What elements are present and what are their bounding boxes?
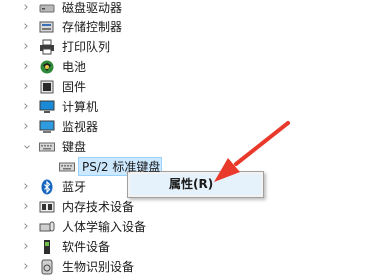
tree-item-label: 存储控制器 — [62, 20, 123, 34]
monitor-icon — [39, 119, 55, 135]
memory-device-icon — [39, 199, 55, 215]
chevron-right-icon[interactable]: › — [20, 220, 32, 234]
tree-item-label: 监视器 — [62, 120, 99, 134]
chevron-right-icon[interactable]: › — [20, 260, 32, 274]
tree-item-label: 固件 — [62, 80, 87, 94]
chevron-right-icon[interactable]: › — [20, 40, 32, 54]
chevron-right-icon[interactable]: › — [20, 240, 32, 254]
software-device-icon — [39, 239, 55, 255]
firmware-icon — [39, 79, 55, 95]
chevron-right-icon[interactable]: › — [20, 200, 32, 214]
context-menu: 属性(R) — [127, 171, 264, 198]
properties-label: 属性(R) — [169, 177, 214, 191]
chevron-right-icon[interactable]: › — [20, 80, 32, 94]
bluetooth-icon — [39, 179, 55, 195]
chevron-right-icon[interactable]: › — [20, 20, 32, 34]
printer-icon — [39, 39, 55, 55]
tree-item-biometric-devices[interactable]: › 生物识别设备 — [0, 257, 371, 277]
disk-drive-icon — [39, 0, 55, 16]
tree-item-monitors[interactable]: › 监视器 — [0, 117, 371, 137]
tree-item-disk-drives[interactable]: › 磁盘驱动器 — [0, 0, 371, 18]
tree-item-storage-controllers[interactable]: › 存储控制器 — [0, 17, 371, 37]
chevron-right-icon[interactable]: › — [20, 1, 32, 15]
chevron-right-icon[interactable]: › — [20, 180, 32, 194]
tree-item-software-devices[interactable]: › 软件设备 — [0, 237, 371, 257]
tree-item-label: 软件设备 — [62, 240, 111, 254]
tree-item-label: 内存技术设备 — [62, 200, 135, 214]
tree-item-human-interface-devices[interactable]: › 人体学输入设备 — [0, 217, 371, 237]
tree-item-batteries[interactable]: › 电池 — [0, 57, 371, 77]
hid-icon — [39, 219, 55, 235]
computer-icon — [39, 99, 55, 115]
tree-item-label: 计算机 — [62, 100, 99, 114]
keyboard-icon — [59, 159, 75, 175]
properties-menu-item[interactable]: 属性(R) — [130, 174, 261, 195]
tree-item-label: 键盘 — [62, 140, 87, 154]
tree-item-label: 电池 — [62, 60, 87, 74]
tree-item-firmware[interactable]: › 固件 — [0, 77, 371, 97]
chevron-down-icon[interactable]: › — [19, 141, 34, 153]
battery-icon — [39, 59, 55, 75]
chevron-right-icon[interactable]: › — [20, 100, 32, 114]
tree-item-label: 打印队列 — [62, 40, 111, 54]
tree-item-computer[interactable]: › 计算机 — [0, 97, 371, 117]
chevron-right-icon[interactable]: › — [20, 60, 32, 74]
chevron-right-icon[interactable]: › — [20, 120, 32, 134]
tree-item-label: 磁盘驱动器 — [62, 1, 123, 15]
tree-item-keyboards[interactable]: › 键盘 — [0, 137, 371, 157]
tree-item-label: PS/2 标准键盘 — [82, 160, 161, 174]
tree-item-label: 蓝牙 — [62, 180, 87, 194]
tree-item-memory-technology-devices[interactable]: › 内存技术设备 — [0, 197, 371, 217]
tree-item-print-queues[interactable]: › 打印队列 — [0, 37, 371, 57]
keyboard-icon — [39, 139, 55, 155]
storage-controller-icon — [39, 19, 55, 35]
tree-item-label: 人体学输入设备 — [62, 220, 147, 234]
